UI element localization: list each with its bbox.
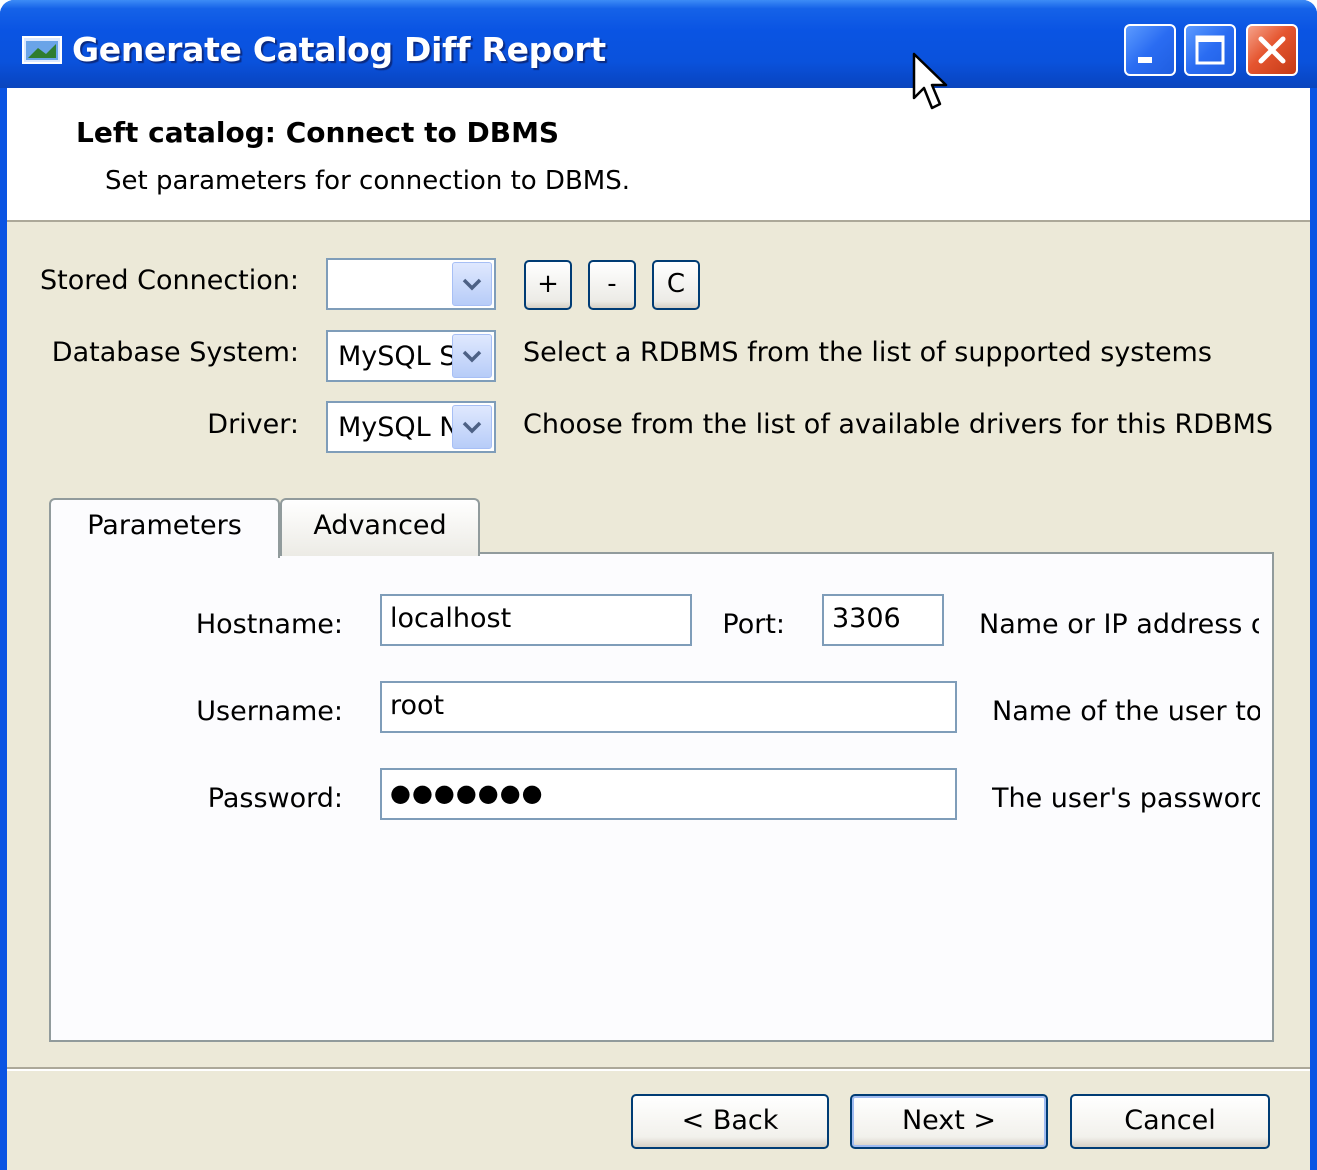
add-connection-button[interactable]: + <box>524 260 572 310</box>
app-window-icon <box>22 36 62 64</box>
clear-connection-button[interactable]: C <box>652 260 700 310</box>
database-system-value: MySQL Server <box>338 341 456 372</box>
close-icon <box>1258 36 1286 64</box>
window-title: Generate Catalog Diff Report <box>72 30 606 69</box>
port-label: Port: <box>722 609 785 640</box>
next-button[interactable]: Next > <box>850 1094 1048 1149</box>
username-value: root <box>390 690 445 721</box>
mouse-cursor-icon <box>912 52 948 110</box>
password-hint: The user's password. <box>992 783 1260 814</box>
driver-hint: Choose from the list of available driver… <box>523 409 1274 440</box>
port-input[interactable]: 3306 <box>822 594 944 646</box>
driver-label: Driver: <box>207 409 299 440</box>
driver-dropdown[interactable] <box>452 405 492 449</box>
stored-connection-select[interactable] <box>326 258 496 310</box>
remove-connection-button[interactable]: - <box>588 260 636 310</box>
minimize-icon <box>1138 57 1152 63</box>
cancel-button[interactable]: Cancel <box>1070 1094 1270 1149</box>
database-system-select[interactable]: MySQL Server <box>326 330 496 382</box>
database-system-hint: Select a RDBMS from the list of supporte… <box>523 337 1212 368</box>
dialog-client-area: Left catalog: Connect to DBMS Set parame… <box>7 88 1310 1170</box>
hostname-input[interactable]: localhost <box>380 594 692 646</box>
username-input[interactable]: root <box>380 681 957 733</box>
maximize-icon <box>1195 35 1225 65</box>
password-input[interactable]: ●●●●●●● <box>380 768 957 820</box>
back-button[interactable]: < Back <box>631 1094 829 1149</box>
tab-parameters[interactable]: Parameters <box>49 498 280 558</box>
database-system-label: Database System: <box>51 337 299 368</box>
chevron-down-icon <box>462 421 482 434</box>
hostname-label: Hostname: <box>195 609 343 640</box>
maximize-button[interactable] <box>1184 24 1236 76</box>
database-system-dropdown[interactable] <box>452 334 492 378</box>
stored-connection-label: Stored Connection: <box>40 265 299 296</box>
dialog-window: Generate Catalog Diff Report Left catalo… <box>0 0 1317 1170</box>
footer-divider <box>7 1067 1310 1071</box>
page-title: Left catalog: Connect to DBMS <box>76 116 560 149</box>
minimize-button[interactable] <box>1124 24 1176 76</box>
driver-value: MySQL Native Driver <box>338 412 456 443</box>
wizard-header: Left catalog: Connect to DBMS Set parame… <box>7 88 1310 222</box>
chevron-down-icon <box>462 350 482 363</box>
password-label: Password: <box>207 783 343 814</box>
chevron-down-icon <box>462 278 482 291</box>
stored-connection-dropdown[interactable] <box>452 262 492 306</box>
page-subtitle: Set parameters for connection to DBMS. <box>105 166 630 196</box>
password-value: ●●●●●●● <box>390 779 544 807</box>
driver-select[interactable]: MySQL Native Driver <box>326 401 496 453</box>
port-value: 3306 <box>832 603 901 634</box>
hostname-value: localhost <box>390 603 512 634</box>
close-button[interactable] <box>1246 24 1298 76</box>
username-label: Username: <box>196 696 343 727</box>
hostname-hint: Name or IP address of <box>979 609 1259 640</box>
tab-advanced[interactable]: Advanced <box>280 498 480 556</box>
parameters-panel: Hostname: localhost Port: 3306 Name or I… <box>49 552 1274 1042</box>
username-hint: Name of the user to c <box>992 696 1260 727</box>
title-bar[interactable]: Generate Catalog Diff Report <box>0 0 1317 88</box>
